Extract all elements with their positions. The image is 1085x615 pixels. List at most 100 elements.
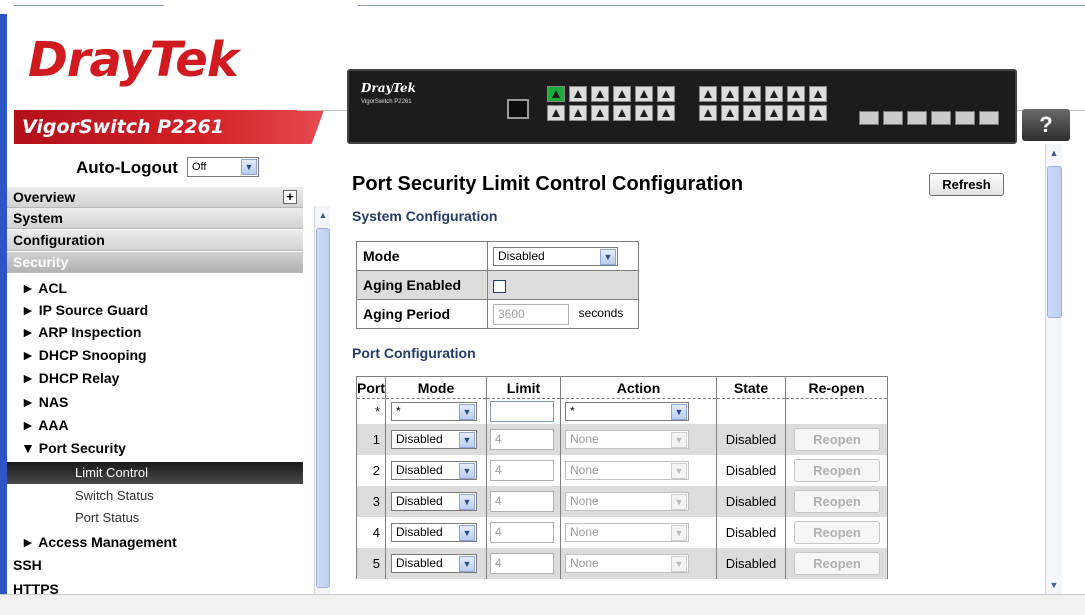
limit-input[interactable]: 4 (490, 490, 554, 512)
reopen-button[interactable]: Reopen (794, 427, 880, 451)
nav-item-https[interactable]: HTTPS (13, 581, 59, 594)
port-icon (765, 105, 783, 121)
tab-line-right (358, 5, 1085, 6)
sfp-port-icon (931, 111, 951, 125)
system-config-table: Mode Disabled ▼ Aging Enabled Aging Peri… (356, 241, 639, 329)
action-select[interactable]: None ▼ (565, 429, 689, 449)
table-row: 1 Disabled ▼ 4 None ▼ Disabled Reopen (356, 423, 888, 455)
mode-select[interactable]: * ▼ (391, 401, 477, 421)
help-button[interactable]: ? (1022, 109, 1070, 141)
nav-section-system[interactable]: System (7, 208, 303, 229)
nav-item-dhcp-relay[interactable]: ► DHCP Relay (21, 370, 119, 386)
sidebar-scrollbar[interactable]: ▲ ▼ (314, 206, 330, 594)
nav-subitem-port-status[interactable]: Port Status (75, 510, 139, 525)
nav-item-ssh[interactable]: SSH (13, 557, 42, 573)
action-select[interactable]: None ▼ (565, 460, 689, 480)
chevron-down-icon: ▼ (671, 493, 687, 510)
reopen-button[interactable]: Reopen (794, 520, 880, 544)
limit-input[interactable] (490, 400, 554, 422)
port-cell: 3 (356, 485, 386, 517)
action-select[interactable]: None ▼ (565, 491, 689, 511)
port-config-heading: Port Configuration (352, 345, 476, 361)
scroll-up-icon[interactable]: ▲ (1047, 146, 1061, 160)
limit-input[interactable]: 4 (490, 521, 554, 543)
limit-input[interactable]: 4 (490, 428, 554, 450)
nav-item-port-security[interactable]: ▼ Port Security (21, 440, 126, 456)
mode-value: Disabled (396, 462, 443, 477)
limit-input[interactable]: 4 (490, 459, 554, 481)
refresh-button[interactable]: Refresh (929, 173, 1004, 196)
nav-item-access-management[interactable]: ► Access Management (21, 534, 177, 550)
reopen-button[interactable]: Reopen (794, 489, 880, 513)
scroll-up-icon[interactable]: ▲ (316, 208, 330, 222)
table-row: 5 Disabled ▼ 4 None ▼ Disabled Reopen (356, 547, 888, 579)
mode-value: Disabled (396, 555, 443, 570)
nav-item-label: ACL (38, 280, 68, 296)
scrollbar-thumb[interactable] (1047, 166, 1062, 318)
scrollbar-thumb[interactable] (316, 228, 330, 588)
nav-item-label: NAS (38, 394, 69, 410)
nav-item-label: DHCP Snooping (38, 347, 147, 363)
column-header: Limit (486, 376, 561, 399)
nav-subitem-limit-control[interactable]: Limit Control (7, 462, 303, 484)
sfp-port-icon (955, 111, 975, 125)
mode-select[interactable]: Disabled ▼ (391, 429, 477, 449)
action-select[interactable]: None ▼ (565, 522, 689, 542)
nav-section-configuration[interactable]: Configuration (7, 230, 303, 251)
collapsed-triangle-icon: ► (21, 417, 35, 433)
mode-select[interactable]: Disabled ▼ (391, 553, 477, 573)
port-cell: 5 (356, 547, 386, 579)
port-icon (569, 86, 587, 102)
scroll-down-icon[interactable]: ▼ (1047, 578, 1061, 592)
action-select[interactable]: None ▼ (565, 553, 689, 573)
nav-item-arp-inspection[interactable]: ► ARP Inspection (21, 324, 141, 340)
chevron-down-icon: ▼ (671, 524, 687, 541)
reopen-button[interactable]: Reopen (794, 551, 880, 575)
column-header: Re-open (785, 376, 888, 399)
nav-subitem-switch-status[interactable]: Switch Status (75, 488, 154, 503)
auto-logout-select[interactable]: Off ▼ (187, 157, 259, 177)
mode-select[interactable]: Disabled ▼ (391, 491, 477, 511)
nav-section-security[interactable]: Security (7, 252, 303, 273)
sfp-ports (859, 111, 999, 125)
nav-section-label: Overview (13, 189, 76, 205)
aging-enabled-checkbox[interactable] (493, 279, 506, 293)
mode-select[interactable]: Disabled ▼ (391, 522, 477, 542)
collapsed-triangle-icon: ► (21, 302, 35, 318)
action-value: * (570, 403, 575, 418)
sfp-port-icon (979, 111, 999, 125)
collapsed-triangle-icon: ► (21, 394, 35, 410)
nav-item-aaa[interactable]: ► AAA (21, 417, 69, 433)
column-header: Action (560, 376, 717, 399)
port-icon (809, 86, 827, 102)
chevron-down-icon: ▼ (241, 159, 257, 175)
nav-item-dhcp-snooping[interactable]: ► DHCP Snooping (21, 347, 147, 363)
nav-item-acl[interactable]: ► ACL (21, 280, 67, 296)
limit-input[interactable]: 4 (490, 552, 554, 574)
reopen-cell (785, 398, 888, 424)
chevron-down-icon: ▼ (671, 555, 687, 572)
action-select[interactable]: * ▼ (565, 401, 689, 421)
port-icon (743, 86, 761, 102)
console-port-icon (507, 99, 529, 119)
collapsed-triangle-icon: ► (21, 370, 35, 386)
mode-select[interactable]: Disabled ▼ (391, 460, 477, 480)
content-scrollbar[interactable]: ▲ ▼ (1045, 144, 1062, 594)
aging-enabled-label: Aging Enabled (356, 270, 488, 300)
aging-period-input[interactable]: 3600 (493, 303, 569, 325)
port-icon (547, 105, 565, 121)
system-mode-select[interactable]: Disabled ▼ (493, 246, 618, 266)
nav-item-nas[interactable]: ► NAS (21, 394, 68, 410)
port-cell: * (356, 398, 386, 424)
nav-item-ip-source-guard[interactable]: ► IP Source Guard (21, 302, 148, 318)
action-value: None (570, 524, 599, 539)
nav-item-label: AAA (38, 417, 69, 433)
table-row: * * ▼ * ▼ (356, 398, 888, 424)
collapsed-triangle-icon: ► (21, 280, 35, 296)
nav-item-label: IP Source Guard (38, 302, 149, 318)
nav-section-overview[interactable]: Overview + (7, 187, 303, 208)
state-cell: Disabled (716, 547, 786, 579)
expand-plus-icon[interactable]: + (283, 190, 297, 204)
reopen-button[interactable]: Reopen (794, 458, 880, 482)
port-icon (721, 105, 739, 121)
